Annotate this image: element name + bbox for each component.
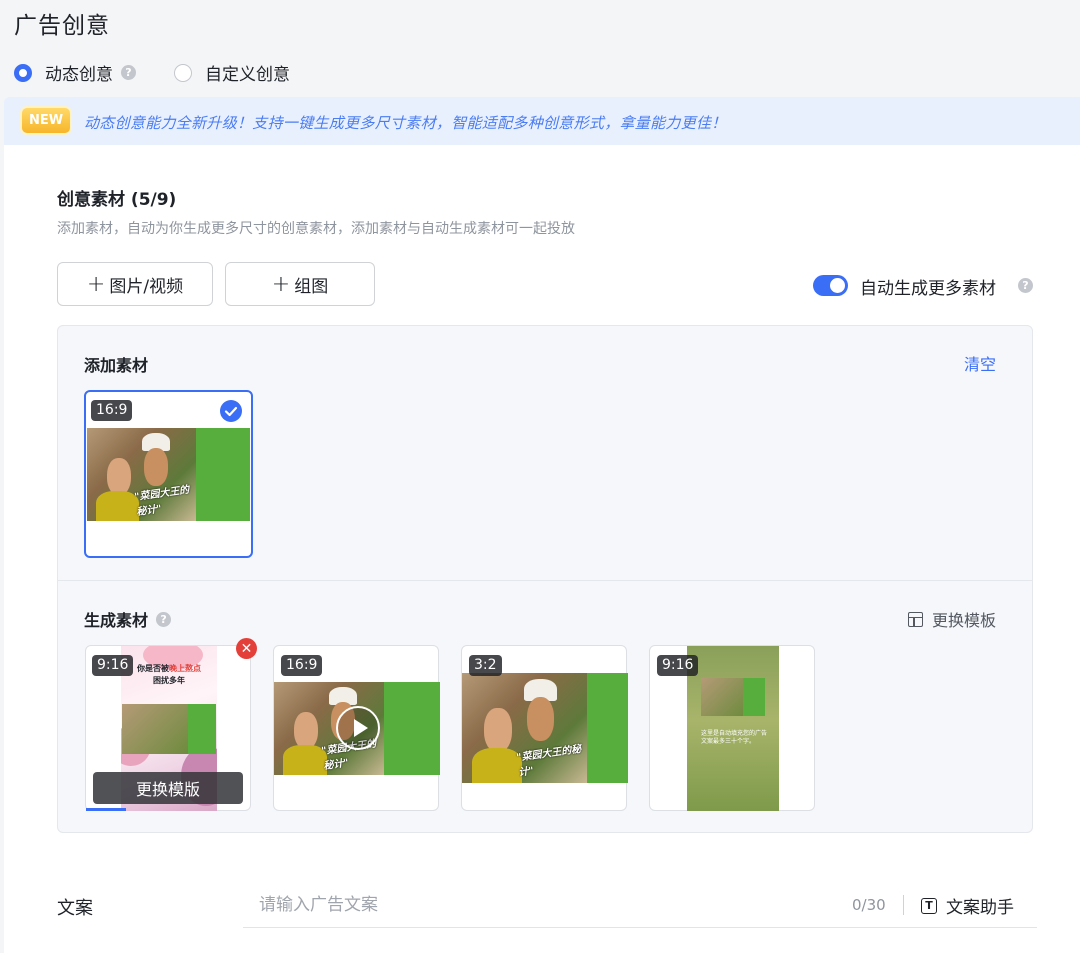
copy-label: 文案 (57, 898, 93, 919)
auto-generate-label: 自动生成更多素材 (860, 279, 996, 299)
remove-icon[interactable]: ✕ (236, 638, 257, 659)
radio-checked-icon (14, 63, 32, 82)
ratio-tag: 16:9 (281, 655, 323, 676)
ad-preview-image: "菜园大王的秘计" (462, 673, 628, 783)
add-media-label: 图片/视频 (109, 276, 184, 297)
copy-counter: 0/30 (852, 896, 886, 914)
new-badge: NEW (22, 108, 70, 133)
ad-photo: "菜园大王的秘计" (87, 428, 197, 521)
vertical-ad-headline: 你是否被晚上熬点 困扰多年 (121, 663, 217, 687)
plus-icon: + (271, 271, 291, 297)
notice-text: 动态创意能力全新升级！支持一键生成更多尺寸素材，智能适配多种创意形式，拿量能力更… (84, 114, 727, 132)
radio-label: 自定义创意 (205, 65, 290, 85)
ratio-tag: 9:16 (657, 655, 699, 676)
progress-indicator (86, 808, 126, 811)
radio-label: 动态创意 (45, 65, 113, 85)
headline-text: 困扰多年 (153, 676, 185, 685)
change-template-overlay-button[interactable]: 更换模版 (93, 772, 243, 804)
text-icon: T (921, 897, 937, 914)
layout-template-icon (908, 611, 923, 627)
radio-dynamic-creative[interactable]: 动态创意 ? (14, 60, 136, 85)
ad-preview-image: "菜园大王的秘计" (87, 428, 250, 521)
add-media-button[interactable]: + 图片/视频 (57, 262, 213, 306)
materials-title: 创意素材 (5/9) (57, 190, 177, 210)
divider (903, 895, 904, 915)
copy-assistant-label: 文案助手 (946, 898, 1014, 918)
ad-brand-panel (196, 428, 250, 521)
page-title: 广告创意 (14, 13, 110, 39)
ad-photo: "菜园大王的秘计" (462, 673, 587, 783)
plus-icon: + (86, 271, 106, 297)
radio-unchecked-icon (174, 63, 192, 82)
ratio-tag: 9:16 (92, 655, 134, 676)
help-icon[interactable]: ? (1018, 278, 1033, 293)
ad-caption: "菜园大王的秘计" (515, 744, 582, 779)
add-group-label: 组图 (294, 276, 329, 297)
panel-divider (58, 580, 1032, 581)
copy-assistant-button[interactable]: T 文案助手 (921, 893, 1014, 918)
help-icon[interactable]: ? (121, 65, 136, 80)
change-template-button[interactable]: 更换模板 (908, 607, 996, 631)
toggle-knob (830, 278, 845, 293)
clear-button[interactable]: 清空 (964, 351, 996, 375)
generated-materials-header: 生成素材 ? (84, 607, 172, 631)
play-icon[interactable] (336, 706, 380, 750)
ad-brand-panel (586, 673, 628, 783)
ad-brand-panel (383, 682, 440, 775)
ad-caption: "菜园大王的秘计" (133, 484, 191, 518)
change-template-label: 更换模板 (932, 611, 997, 630)
add-group-button[interactable]: + 组图 (225, 262, 375, 306)
added-materials-title: 添加素材 (84, 356, 149, 375)
ratio-tag: 3:2 (469, 655, 502, 676)
help-icon[interactable]: ? (156, 611, 172, 627)
vertical-ad-preview: 这里是自动填充您的广告文案最多三十个字。 (687, 646, 779, 811)
copy-input[interactable] (243, 882, 1037, 928)
generated-materials-title: 生成素材 (84, 611, 149, 630)
vertical-ad-body: 这里是自动填充您的广告文案最多三十个字。 (701, 730, 768, 745)
radio-custom-creative[interactable]: 自定义创意 (174, 60, 290, 85)
materials-description: 添加素材，自动为你生成更多尺寸的创意素材，添加素材与自动生成素材可一起投放 (57, 221, 575, 237)
ratio-tag: 16:9 (91, 400, 133, 421)
headline-text: 你是否被 (137, 664, 169, 673)
selected-check-icon (220, 400, 242, 422)
headline-highlight: 晚上熬点 (169, 664, 201, 673)
auto-generate-toggle[interactable] (813, 275, 848, 296)
